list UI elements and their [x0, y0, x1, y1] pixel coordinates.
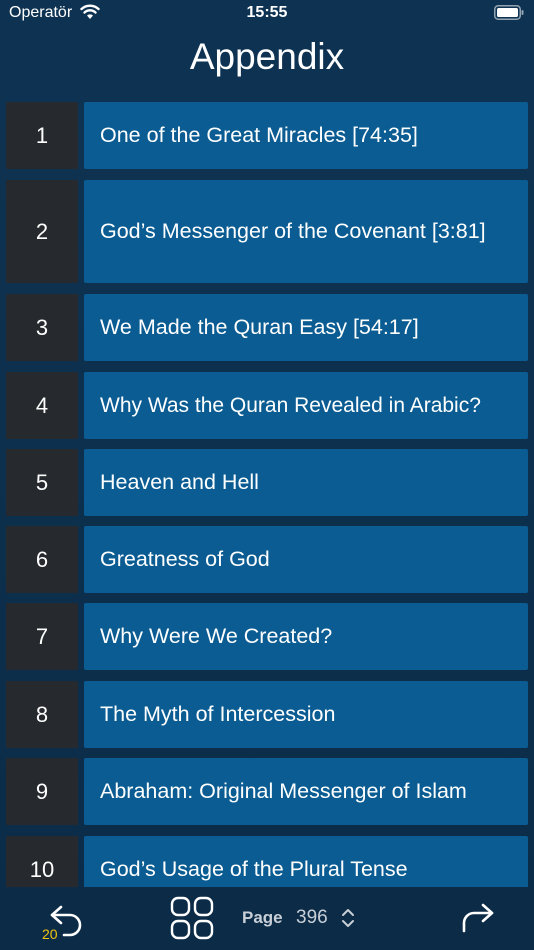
item-number: 2: [6, 180, 78, 283]
item-number: 4: [6, 372, 78, 439]
battery-icon: [494, 5, 524, 20]
item-title[interactable]: Why Was the Quran Revealed in Arabic?: [84, 372, 528, 439]
list-item[interactable]: 10 God’s Usage of the Plural Tense: [6, 836, 528, 887]
item-title[interactable]: Why Were We Created?: [84, 603, 528, 670]
item-title[interactable]: God’s Usage of the Plural Tense: [84, 836, 528, 887]
list-item[interactable]: 2 God’s Messenger of the Covenant [3:81]: [6, 180, 528, 283]
item-number: 8: [6, 681, 78, 748]
list-item[interactable]: 3 We Made the Quran Easy [54:17]: [6, 294, 528, 361]
item-number: 9: [6, 758, 78, 825]
item-title[interactable]: God’s Messenger of the Covenant [3:81]: [84, 180, 528, 283]
page-title: Appendix: [189, 36, 345, 77]
item-number: 3: [6, 294, 78, 361]
list-item[interactable]: 8 The Myth of Intercession: [6, 681, 528, 748]
page-number[interactable]: 396: [296, 907, 328, 929]
status-bar: Operatör 15:55: [0, 0, 534, 28]
item-title[interactable]: The Myth of Intercession: [84, 681, 528, 748]
item-title[interactable]: Greatness of God: [84, 526, 528, 593]
status-time: 15:55: [246, 4, 288, 21]
redo-arrow-icon[interactable]: [458, 901, 496, 935]
page-label: Page: [242, 908, 283, 927]
item-number: 5: [6, 449, 78, 516]
list-item[interactable]: 6 Greatness of God: [6, 526, 528, 593]
back-count-badge: 20: [42, 926, 58, 942]
item-number: 10: [6, 836, 78, 887]
item-title[interactable]: We Made the Quran Easy [54:17]: [84, 294, 528, 361]
list-item[interactable]: 5 Heaven and Hell: [6, 449, 528, 516]
appendix-list[interactable]: 1 One of the Great Miracles [74:35] 2 Go…: [0, 102, 534, 887]
item-number: 1: [6, 102, 78, 169]
bottom-toolbar: 20 Page 396: [0, 887, 534, 950]
list-item[interactable]: 7 Why Were We Created?: [6, 603, 528, 670]
item-number: 7: [6, 603, 78, 670]
item-title[interactable]: Abraham: Original Messenger of Islam: [84, 758, 528, 825]
chevron-up-down-icon[interactable]: [340, 907, 356, 929]
item-title[interactable]: One of the Great Miracles [74:35]: [84, 102, 528, 169]
list-item[interactable]: 4 Why Was the Quran Revealed in Arabic?: [6, 372, 528, 439]
list-item[interactable]: 9 Abraham: Original Messenger of Islam: [6, 758, 528, 825]
list-item[interactable]: 1 One of the Great Miracles [74:35]: [6, 102, 528, 169]
grid-icon[interactable]: [170, 896, 214, 940]
item-title[interactable]: Heaven and Hell: [84, 449, 528, 516]
item-number: 6: [6, 526, 78, 593]
